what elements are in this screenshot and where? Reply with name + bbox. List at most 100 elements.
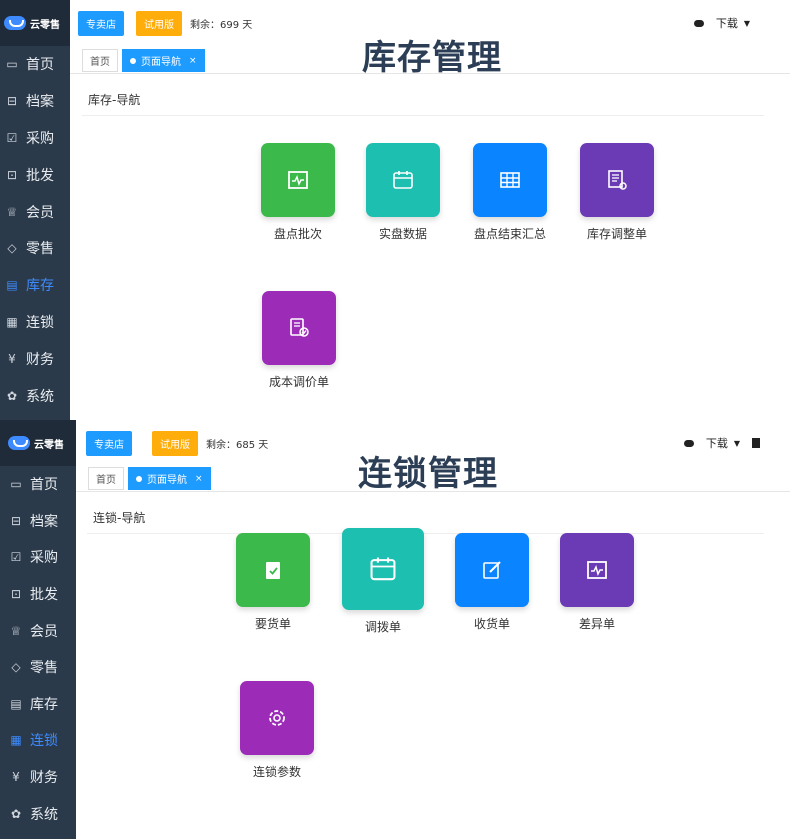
sidebar-item-archive[interactable]: ⊟ 档案 xyxy=(0,503,76,540)
sidebar-item-retail[interactable]: ◇ 零售 xyxy=(0,649,76,686)
settings-icon: ✿ xyxy=(6,388,18,403)
sidebar-item-finance[interactable]: ¥ 财务 xyxy=(0,340,70,377)
tile-label: 盘点结束汇总 xyxy=(473,227,546,241)
tab-home[interactable]: 首页 xyxy=(88,467,124,490)
table-icon xyxy=(473,143,547,217)
tile-label: 实盘数据 xyxy=(378,227,427,241)
settings-icon: ✿ xyxy=(10,806,22,821)
purchase-icon: ☑ xyxy=(10,550,22,565)
logo: 云零售 xyxy=(0,420,76,466)
sidebar-item-label: 连锁 xyxy=(30,733,58,750)
sidebar-item-archive[interactable]: ⊟ 档案 xyxy=(0,83,70,120)
sidebar-item-inventory[interactable]: ▤ 库存 xyxy=(0,267,70,304)
caret-down-icon: ▼ xyxy=(733,438,740,448)
sidebar-item-label: 采购 xyxy=(30,550,58,567)
wholesale-icon: ⊡ xyxy=(10,587,22,602)
tab-label: 页面导航 xyxy=(141,57,181,68)
sidebar-item-label: 会员 xyxy=(30,623,58,640)
chain-icon: ▦ xyxy=(6,314,18,329)
sidebar-item-home[interactable]: ▭ 首页 xyxy=(0,46,70,83)
sidebar-item-label: 连锁 xyxy=(26,314,54,331)
download-menu[interactable]: 下载 ▼ xyxy=(683,420,760,466)
inventory-icon: ▤ xyxy=(6,278,18,293)
remaining-days: 剩余：685 天 xyxy=(206,439,269,451)
bookmark-icon[interactable] xyxy=(752,438,760,448)
tab-bar: 首页 页面导航 × xyxy=(70,48,790,74)
sidebar-item-label: 系统 xyxy=(30,806,58,823)
archive-icon: ⊟ xyxy=(6,94,18,109)
sidebar-item-label: 零售 xyxy=(26,241,54,258)
sidebar-item-label: 首页 xyxy=(26,57,54,74)
sidebar-item-label: 档案 xyxy=(30,513,58,530)
store-button[interactable]: 专卖店 xyxy=(86,430,132,456)
tile-inventory-adjust[interactable]: 库存调整单 xyxy=(580,143,654,242)
tile-discrepancy[interactable]: 差异单 xyxy=(560,533,634,632)
sidebar-item-system[interactable]: ✿ 系统 xyxy=(0,377,70,414)
retail-icon: ◇ xyxy=(11,660,21,675)
sidebar-item-inventory[interactable]: ▤ 库存 xyxy=(0,686,76,723)
sidebar-item-wholesale[interactable]: ⊡ 批发 xyxy=(0,156,70,193)
trial-button[interactable]: 试用版 xyxy=(136,10,182,36)
tab-home[interactable]: 首页 xyxy=(82,49,118,72)
sidebar-item-member[interactable]: ♕ 会员 xyxy=(0,193,70,230)
monitor-icon xyxy=(560,533,634,607)
tile-cost-adjust[interactable]: 成本调价单 xyxy=(262,291,336,390)
tile-actual-data[interactable]: 实盘数据 xyxy=(366,143,440,242)
active-dot-icon xyxy=(136,475,142,482)
sidebar-item-chain[interactable]: ▦ 连锁 xyxy=(0,304,70,341)
sidebar-item-retail[interactable]: ◇ 零售 xyxy=(0,230,70,267)
finance-icon: ¥ xyxy=(12,770,20,785)
sidebar-item-label: 档案 xyxy=(26,94,54,111)
sidebar-item-label: 批发 xyxy=(30,587,58,604)
cloud-logo-icon xyxy=(8,436,30,450)
inventory-icon: ▤ xyxy=(10,696,22,711)
tile-requisition[interactable]: 要货单 xyxy=(236,533,310,632)
tile-label: 要货单 xyxy=(254,617,291,631)
cloud-download-icon xyxy=(683,439,694,447)
sidebar-item-purchase[interactable]: ☑ 采购 xyxy=(0,120,70,157)
tile-label: 库存调整单 xyxy=(586,227,647,241)
home-icon: ▭ xyxy=(10,477,22,492)
sidebar: 云零售 ▭ 首页 ⊟ 档案 ☑ 采购 ⊡ 批发 ♕ 会员 ◇ 零售 ▤ 库存 ▦ 连锁 ¥ 财务 … xyxy=(0,0,70,420)
tile-label: 调拨单 xyxy=(364,620,401,634)
edit-icon xyxy=(455,533,529,607)
tab-page-nav[interactable]: 页面导航 × xyxy=(122,49,205,72)
tile-label: 盘点批次 xyxy=(273,227,322,241)
sidebar-item-member[interactable]: ♕ 会员 xyxy=(0,612,76,649)
sidebar-item-label: 零售 xyxy=(30,660,58,677)
sidebar-item-system[interactable]: ✿ 系统 xyxy=(0,795,76,832)
tile-stocktake-batch[interactable]: 盘点批次 xyxy=(260,143,336,242)
cloud-logo-icon xyxy=(4,16,26,30)
tile-label: 差异单 xyxy=(578,617,615,631)
tile-chain-params[interactable]: 连锁参数 xyxy=(240,681,314,780)
tile-transfer[interactable]: 调拨单 xyxy=(342,528,424,635)
purchase-icon: ☑ xyxy=(6,130,18,145)
sidebar-item-purchase[interactable]: ☑ 采购 xyxy=(0,539,76,576)
sidebar-item-home[interactable]: ▭ 首页 xyxy=(0,466,76,503)
stocktake-batch-icon xyxy=(261,143,335,217)
document-check-icon xyxy=(262,291,336,365)
tab-page-nav[interactable]: 页面导航 × xyxy=(128,467,211,490)
sidebar-item-label: 采购 xyxy=(26,130,54,147)
sidebar-item-label: 批发 xyxy=(26,167,54,184)
download-label: 下载 xyxy=(715,17,738,30)
chain-icon: ▦ xyxy=(10,733,22,748)
member-icon: ♕ xyxy=(10,623,22,638)
trial-button[interactable]: 试用版 xyxy=(152,430,198,456)
sidebar-item-wholesale[interactable]: ⊡ 批发 xyxy=(0,576,76,613)
sidebar-item-label: 财务 xyxy=(30,770,58,787)
close-icon[interactable]: × xyxy=(195,474,203,484)
tile-receipt[interactable]: 收货单 xyxy=(455,533,529,632)
close-icon[interactable]: × xyxy=(189,56,197,66)
sidebar-item-chain[interactable]: ▦ 连锁 xyxy=(0,722,76,759)
tile-label: 收货单 xyxy=(473,617,510,631)
cloud-download-icon xyxy=(693,19,704,27)
wholesale-icon: ⊡ xyxy=(6,167,18,182)
download-menu[interactable]: 下载 ▼ xyxy=(693,0,750,46)
store-button[interactable]: 专卖店 xyxy=(78,10,124,36)
logo: 云零售 xyxy=(0,0,70,46)
tile-stocktake-summary[interactable]: 盘点结束汇总 xyxy=(470,143,550,242)
chain-screen: 云零售 ▭ 首页 ⊟ 档案 ☑ 采购 ⊡ 批发 ♕ 会员 ◇ 零售 ▤ 库存 ▦ 连锁 ¥ 财务 … xyxy=(0,420,790,839)
retail-icon: ◇ xyxy=(7,241,17,256)
sidebar-item-finance[interactable]: ¥ 财务 xyxy=(0,759,76,796)
